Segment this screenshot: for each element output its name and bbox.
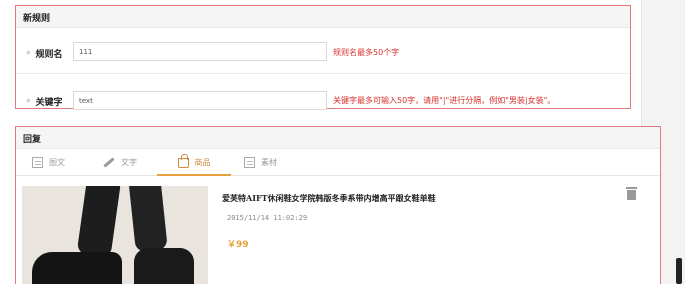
tab-goods-label: 商品 — [194, 157, 211, 167]
product-time: 2015/11/14 11:02:29 — [227, 214, 308, 222]
new-rule-title: 新规则 — [16, 6, 630, 28]
keyword-input[interactable] — [73, 91, 327, 110]
tab-material[interactable]: 素材 — [244, 150, 277, 175]
tab-text[interactable]: 文字 — [103, 150, 137, 175]
keyword-row: * 关键字 关键字最多可输入50字，请用"|"进行分隔，例如"男装|女装"。 — [16, 82, 630, 116]
required-mark: * — [26, 50, 31, 60]
tab-image-text[interactable]: 图文 — [32, 150, 65, 175]
product-price: ￥99 — [227, 240, 249, 250]
pen-icon — [103, 157, 115, 168]
rule-name-label-text: 规则名 — [35, 50, 63, 60]
keyword-label: * 关键字 — [26, 95, 63, 108]
tab-material-label: 素材 — [261, 158, 277, 167]
material-icon — [244, 157, 255, 168]
reply-title: 回复 — [16, 127, 660, 149]
new-rule-panel: 新规则 * 规则名 规则名最多50个字 * 关键字 关键字最多可输入50字，请用"|… — [15, 5, 631, 110]
product-title: 爱芙特AIFT休闲鞋女学院韩版冬季系带内增高平跟女鞋单鞋 — [222, 193, 436, 203]
required-mark: * — [26, 98, 31, 108]
image-text-icon — [32, 157, 43, 168]
reply-tabs: 图文 文字 商品 素材 — [16, 150, 660, 176]
keyword-label-text: 关键字 — [35, 98, 63, 108]
product-image — [22, 186, 208, 284]
rule-name-hint: 规则名最多50个字 — [333, 48, 400, 57]
scrollbar-thumb[interactable] — [676, 258, 682, 284]
shopping-bag-icon — [177, 154, 189, 168]
trash-icon[interactable] — [626, 187, 637, 201]
rule-name-row: * 规则名 规则名最多50个字 — [16, 34, 630, 74]
tab-goods[interactable]: 商品 — [157, 150, 231, 176]
tab-text-label: 文字 — [121, 158, 137, 167]
tab-image-text-label: 图文 — [49, 158, 65, 167]
rule-name-label: * 规则名 — [26, 47, 63, 60]
reply-panel: 回复 图文 文字 商品 素材 爱芙特AIFT休闲鞋女学院韩版冬季系带内增高平跟女… — [15, 126, 661, 284]
keyword-hint: 关键字最多可输入50字，请用"|"进行分隔，例如"男装|女装"。 — [333, 96, 556, 105]
rule-name-input[interactable] — [73, 42, 327, 61]
